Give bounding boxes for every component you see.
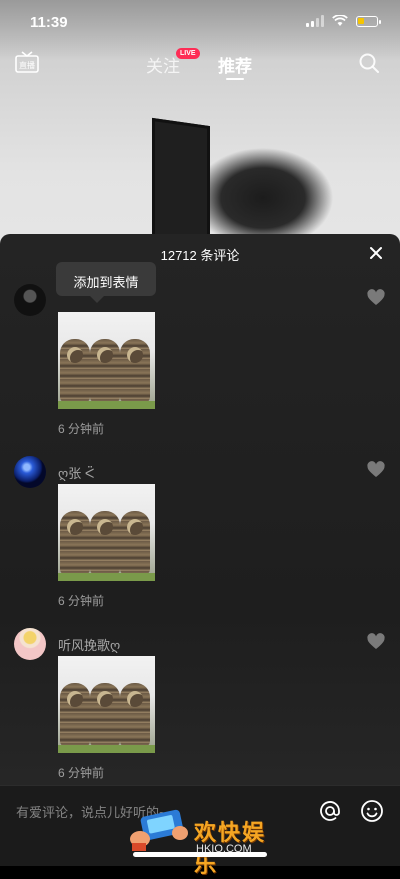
live-tv-icon[interactable]: 直播 <box>14 50 40 76</box>
status-time: 11:39 <box>30 14 68 31</box>
comment-item: 听风挽歌ღ 6 分钟前 <box>0 628 400 798</box>
avatar[interactable] <box>14 628 46 660</box>
wifi-icon <box>332 15 348 26</box>
close-icon[interactable] <box>368 245 384 261</box>
tab-recommend[interactable]: 推荐 <box>218 52 252 77</box>
avatar[interactable] <box>14 284 46 316</box>
at-mention-icon[interactable] <box>318 799 342 823</box>
add-to-stickers-tooltip[interactable]: 添加到表情 <box>56 262 156 303</box>
gamepad-hands-icon <box>130 809 188 851</box>
top-nav: 直播 关注 LIVE 推荐 <box>0 48 400 82</box>
home-indicator <box>133 852 267 857</box>
cat-sticker-image[interactable] <box>58 312 155 409</box>
active-tab-indicator <box>226 78 244 80</box>
comment-username[interactable]: 听风挽歌ღ <box>58 635 120 654</box>
heart-icon[interactable] <box>366 288 386 308</box>
status-bar: 11:39 <box>0 0 400 44</box>
search-icon[interactable] <box>358 52 380 74</box>
comments-panel: 12712 条评论 6 分钟前 ღ张 ᑈ 6 分钟前 听风挽歌ღ 6 分钟前 <box>0 234 400 865</box>
battery-icon <box>356 15 381 27</box>
signal-icon <box>306 15 324 27</box>
live-label: 直播 <box>19 60 35 70</box>
tooltip-label: 添加到表情 <box>73 275 139 290</box>
avatar[interactable] <box>14 456 46 488</box>
comment-username[interactable]: ღ张 ᑈ <box>58 463 94 482</box>
comment-timestamp: 6 分钟前 <box>58 766 105 780</box>
heart-icon[interactable] <box>366 632 386 652</box>
emoji-icon[interactable] <box>360 799 384 823</box>
tab-follow[interactable]: 关注 <box>146 52 180 77</box>
comment-timestamp: 6 分钟前 <box>58 422 105 436</box>
comment-item: ღ张 ᑈ 6 分钟前 <box>0 456 400 626</box>
comment-item: 6 分钟前 <box>0 284 400 454</box>
heart-icon[interactable] <box>366 460 386 480</box>
door-frame <box>152 117 210 253</box>
cat-sticker-image[interactable] <box>58 656 155 753</box>
status-icons <box>306 15 381 27</box>
cat-sticker-image[interactable] <box>58 484 155 581</box>
live-badge: LIVE <box>176 48 200 59</box>
comment-timestamp: 6 分钟前 <box>58 594 105 608</box>
watermark-logo: 欢快娱乐 HKIO.COM <box>128 805 288 878</box>
